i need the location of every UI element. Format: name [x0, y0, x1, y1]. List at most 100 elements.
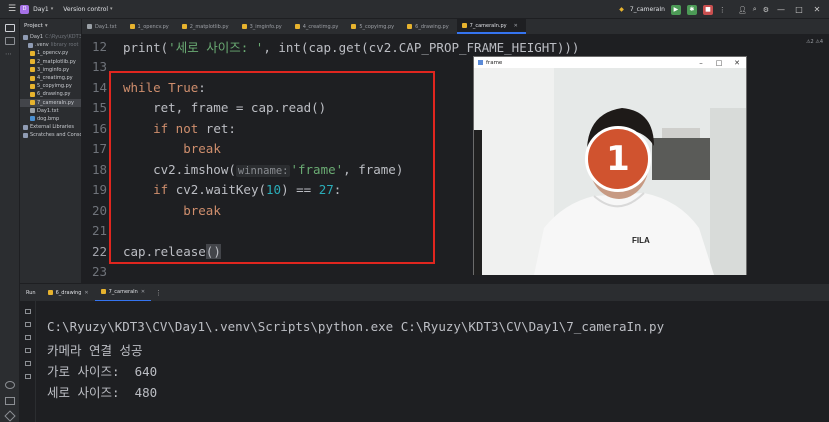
project-tree-item[interactable]: Scratches and Consoles [20, 131, 81, 139]
user-icon[interactable]: 👤︎ [738, 6, 747, 14]
project-tree-item-label: Day1.txt [37, 107, 59, 114]
console-line: 카메라 연결 성공 [47, 343, 143, 358]
rerun-icon[interactable] [25, 309, 31, 314]
chevron-down-icon: ▾ [110, 6, 113, 12]
stop-icon[interactable]: ■ [702, 4, 713, 15]
python-packages-icon[interactable] [5, 381, 15, 389]
project-tree-item-label: 5_copyimg.py [37, 83, 72, 90]
line-number: 13 [91, 59, 107, 75]
project-tree-item-path: C:\Ryuzy\KDT3\CV\Day1 [45, 34, 82, 41]
project-badge-icon: D [20, 4, 30, 14]
line-number: 15 [91, 100, 107, 116]
run-tab[interactable]: 7_cameraIn ✕ [94, 284, 152, 302]
project-tree-item[interactable]: .venv library root [20, 41, 81, 49]
project-tree-item[interactable]: 1_opencv.py [20, 49, 81, 57]
structure-icon[interactable] [5, 37, 15, 45]
project-tree-item[interactable]: dog.bmp [20, 115, 81, 123]
py-file-icon [30, 83, 35, 89]
editor-tab[interactable]: 2_matplotlib.py [177, 19, 237, 34]
project-tree-item-label: dog.bmp [37, 115, 60, 122]
run-tab-label: 7_cameraIn [108, 288, 138, 295]
editor-tab[interactable]: 3_imginfo.py [237, 19, 290, 34]
editor-tab-label: 1_opencv.py [137, 23, 169, 30]
project-tree-item-label: 2_matplotlib.py [37, 58, 76, 65]
close-button[interactable]: ✕ [811, 5, 823, 14]
highlight-rectangle [109, 71, 435, 264]
editor-tab[interactable]: 5_copyimg.py [346, 19, 402, 34]
run-tab[interactable]: 6_drawing ✕ [42, 284, 95, 302]
terminal-icon[interactable] [5, 397, 15, 405]
close-tab-icon[interactable]: ✕ [141, 289, 145, 295]
line-number: 22 [91, 243, 107, 259]
minimize-button[interactable]: — [775, 5, 787, 14]
editor-tab[interactable]: 6_drawing.py [402, 19, 457, 34]
editor-tab-label: 2_matplotlib.py [189, 23, 229, 30]
project-tree-item[interactable]: External Libraries [20, 123, 81, 131]
editor-tab-label: 6_drawing.py [415, 23, 449, 30]
clear-icon[interactable] [25, 374, 31, 379]
camera-frame-image: FILA 1 [474, 68, 746, 275]
run-console[interactable]: C:\Ryuzy\KDT3\CV\Day1\.venv\Scripts\pyth… [20, 301, 829, 422]
project-tree-item[interactable]: Day1C:\Ryuzy\KDT3\CV\Day1 [20, 33, 81, 41]
line-number: 12 [91, 38, 107, 54]
py-file-icon [30, 100, 35, 106]
frame-window[interactable]: frame – □ ✕ FILA 1 [473, 56, 747, 275]
version-control-dropdown[interactable]: Version control [63, 6, 108, 13]
run-panel-label: Run [26, 289, 36, 296]
settings-gear-icon[interactable]: ⚙ [763, 6, 769, 14]
project-tree-item[interactable]: 3_imginfo.py [20, 66, 81, 74]
line-number: 23 [91, 264, 107, 280]
more-actions-icon[interactable]: ⋮ [719, 6, 726, 14]
search-icon[interactable]: ⌕ [753, 5, 757, 14]
soft-wrap-icon[interactable] [25, 335, 31, 340]
project-name-dropdown[interactable]: Day1 [33, 6, 49, 13]
git-icon[interactable] [4, 410, 16, 422]
project-tree-item[interactable]: 4_creatimg.py [20, 74, 81, 82]
project-tree-item-label: 3_imginfo.py [37, 66, 70, 73]
project-tree-item[interactable]: 5_copyimg.py [20, 82, 81, 90]
py-file-icon [351, 24, 357, 29]
close-tab-icon[interactable]: ✕ [514, 23, 518, 29]
editor-tab[interactable]: Day1.txt [82, 19, 125, 34]
run-config-dropdown[interactable]: 7_cameraIn [630, 6, 665, 13]
console-line: 가로 사이즈: 640 [47, 364, 158, 379]
frame-minimize-button[interactable]: – [692, 57, 710, 68]
main-menu-icon[interactable]: ☰ [8, 4, 16, 14]
project-tree-item-path: library root [50, 42, 79, 49]
project-tree-item[interactable]: Day1.txt [20, 107, 81, 115]
project-tree-item[interactable]: 6_drawing.py [20, 90, 81, 98]
line-number: 19 [91, 182, 107, 198]
title-bar: ☰ D Day1 ▾ Version control ▾ ◆ 7_cameraI… [0, 0, 829, 19]
py-file-icon [181, 24, 187, 29]
lib-file-icon [23, 124, 28, 130]
txt-file-icon [30, 108, 35, 114]
shirt-logo: FILA [632, 236, 650, 245]
stop-icon[interactable] [25, 322, 31, 327]
project-tree-item[interactable]: 7_cameraIn.py [20, 98, 81, 107]
debug-icon[interactable]: ✱ [686, 4, 697, 15]
editor-tab-bar: Day1.txt 1_opencv.py 2_matplotlib.py 3_imgi… [82, 19, 829, 35]
project-panel-header[interactable]: Project ▾ [20, 19, 81, 33]
close-tab-icon[interactable]: ✕ [84, 290, 88, 296]
line-number: 18 [91, 161, 107, 177]
maximize-button[interactable]: □ [793, 5, 805, 14]
more-icon[interactable]: ⋮ [155, 289, 162, 297]
project-tree-item[interactable]: 2_matplotlib.py [20, 58, 81, 66]
print-icon[interactable] [25, 361, 31, 366]
editor-tab[interactable]: 1_opencv.py [125, 19, 177, 34]
frame-maximize-button[interactable]: □ [710, 57, 728, 68]
project-folder-icon[interactable] [5, 24, 15, 32]
py-file-icon [294, 24, 300, 29]
run-icon[interactable]: ▶ [670, 4, 681, 15]
more-tools-icon[interactable]: ⋯ [5, 50, 15, 58]
project-tree-item-label: 7_cameraIn.py [37, 99, 74, 106]
frame-close-button[interactable]: ✕ [728, 57, 746, 68]
inspection-widget[interactable]: ⚠2 ⚠4 [806, 39, 823, 45]
scroll-to-end-icon[interactable] [25, 348, 31, 353]
editor-tab[interactable]: 4_creatimg.py [290, 19, 347, 34]
editor-tab[interactable]: 7_cameraIn.py ✕ [456, 19, 526, 34]
py-file-icon [129, 24, 135, 29]
editor-tab-label: 7_cameraIn.py [469, 22, 507, 29]
run-panel-header: Run 6_drawing ✕ 7_cameraIn ✕ ⋮ [20, 283, 829, 302]
python-file-icon [47, 290, 53, 295]
